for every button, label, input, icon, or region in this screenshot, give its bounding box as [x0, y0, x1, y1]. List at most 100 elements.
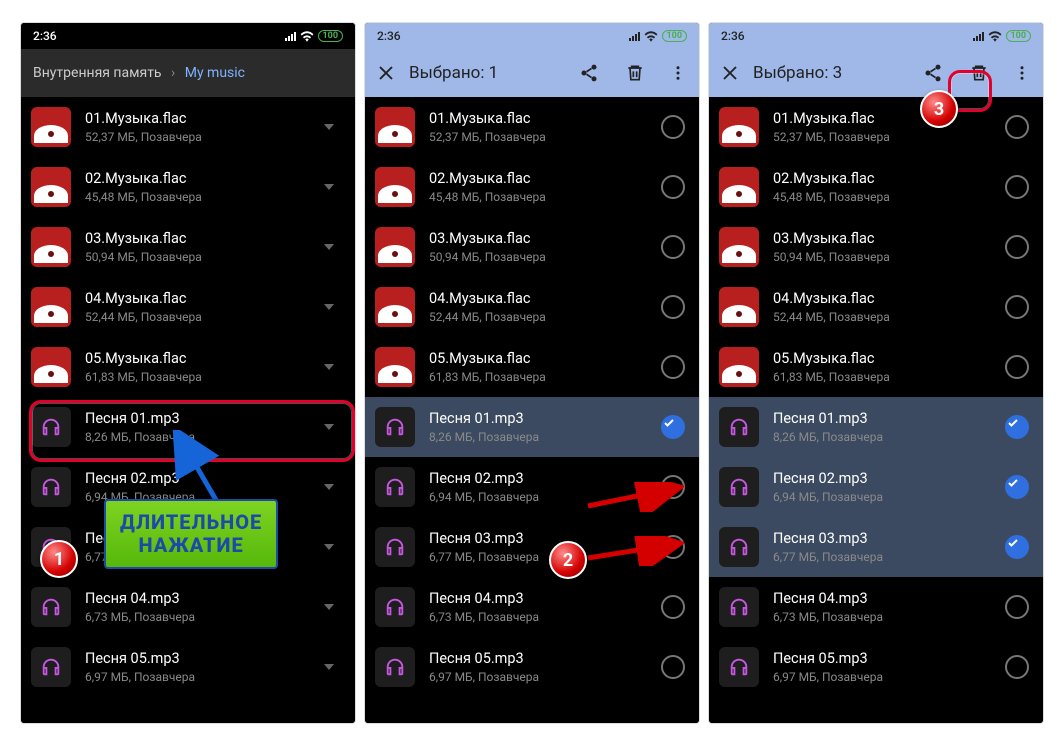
list-item[interactable]: 01.Музыка.flac52,37 МБ, Позавчера: [709, 97, 1043, 157]
file-name: Песня 03.mp3: [773, 530, 991, 549]
chevron-down-icon[interactable]: [317, 475, 341, 499]
file-subtitle: 8,26 МБ, Позавчера: [773, 430, 991, 444]
file-meta: 03.Музыка.flac50,94 МБ, Позавчера: [429, 230, 647, 265]
list-item[interactable]: 02.Музыка.flac45,48 МБ, Позавчера: [365, 157, 699, 217]
trash-icon[interactable]: [625, 63, 645, 83]
headphones-icon: [31, 467, 71, 507]
selection-checkbox[interactable]: [661, 175, 685, 199]
file-name: 05.Музыка.flac: [85, 350, 303, 369]
selection-checkbox[interactable]: [1005, 355, 1029, 379]
chevron-down-icon[interactable]: [317, 175, 341, 199]
file-meta: 04.Музыка.flac52,44 МБ, Позавчера: [773, 290, 991, 325]
selection-checkbox[interactable]: [1005, 175, 1029, 199]
list-item[interactable]: Песня 01.mp38,26 МБ, Позавчера: [365, 397, 699, 457]
list-item[interactable]: 01.Музыка.flac52,37 МБ, Позавчера: [21, 97, 355, 157]
breadcrumb-root[interactable]: Внутренняя память: [33, 65, 162, 81]
chevron-down-icon[interactable]: [317, 235, 341, 259]
headphones-icon: [719, 467, 759, 507]
selection-checkbox[interactable]: [1005, 595, 1029, 619]
list-item[interactable]: 01.Музыка.flac52,37 МБ, Позавчера: [365, 97, 699, 157]
callout-longpress: ДЛИТЕЛЬНОЕ НАЖАТИЕ: [104, 499, 278, 569]
list-item[interactable]: 05.Музыка.flac61,83 МБ, Позавчера: [21, 337, 355, 397]
selection-checkbox[interactable]: [1005, 235, 1029, 259]
album-art-icon: [31, 347, 71, 387]
file-meta: 02.Музыка.flac45,48 МБ, Позавчера: [85, 170, 303, 205]
chevron-down-icon[interactable]: [317, 595, 341, 619]
list-item[interactable]: Песня 01.mp38,26 МБ, Позавчера: [709, 397, 1043, 457]
headphones-icon: [31, 587, 71, 627]
list-item[interactable]: 02.Музыка.flac45,48 МБ, Позавчера: [709, 157, 1043, 217]
close-icon[interactable]: [377, 64, 395, 82]
more-icon[interactable]: [669, 63, 687, 83]
list-item[interactable]: 03.Музыка.flac50,94 МБ, Позавчера: [709, 217, 1043, 277]
selection-checkbox[interactable]: [661, 415, 685, 439]
list-item[interactable]: Песня 02.mp36,94 МБ, Позавчера: [709, 457, 1043, 517]
list-item[interactable]: 05.Музыка.flac61,83 МБ, Позавчера: [709, 337, 1043, 397]
trash-icon[interactable]: [969, 63, 989, 83]
breadcrumb[interactable]: Внутренняя память › My music: [33, 65, 245, 81]
album-art-icon: [31, 107, 71, 147]
file-subtitle: 50,94 МБ, Позавчера: [85, 250, 303, 264]
selection-checkbox[interactable]: [661, 595, 685, 619]
selection-checkbox[interactable]: [1005, 115, 1029, 139]
list-item[interactable]: 04.Музыка.flac52,44 МБ, Позавчера: [709, 277, 1043, 337]
headphones-icon: [375, 527, 415, 567]
selection-checkbox[interactable]: [1005, 535, 1029, 559]
selection-checkbox[interactable]: [661, 355, 685, 379]
selection-checkbox[interactable]: [661, 295, 685, 319]
file-name: Песня 02.mp3: [773, 470, 991, 489]
list-item[interactable]: Песня 04.mp36,73 МБ, Позавчера: [709, 577, 1043, 637]
file-meta: 05.Музыка.flac61,83 МБ, Позавчера: [85, 350, 303, 385]
album-art-icon: [31, 227, 71, 267]
selection-checkbox[interactable]: [1005, 295, 1029, 319]
selection-checkbox[interactable]: [661, 235, 685, 259]
list-item[interactable]: Песня 04.mp36,73 МБ, Позавчера: [21, 577, 355, 637]
selection-checkbox[interactable]: [1005, 475, 1029, 499]
battery-icon: 100: [1006, 30, 1032, 42]
file-name: 02.Музыка.flac: [429, 170, 647, 189]
file-list[interactable]: 01.Музыка.flac52,37 МБ, Позавчера02.Музы…: [709, 97, 1043, 723]
list-item[interactable]: Песня 05.mp36,97 МБ, Позавчера: [365, 637, 699, 697]
file-subtitle: 52,44 МБ, Позавчера: [85, 310, 303, 324]
file-meta: Песня 04.mp36,73 МБ, Позавчера: [85, 590, 303, 625]
status-icons: 100: [285, 30, 344, 42]
chevron-down-icon[interactable]: [317, 295, 341, 319]
file-subtitle: 61,83 МБ, Позавчера: [429, 370, 647, 384]
selection-checkbox[interactable]: [1005, 655, 1029, 679]
list-item[interactable]: Песня 03.mp36,77 МБ, Позавчера: [709, 517, 1043, 577]
selection-checkbox[interactable]: [661, 655, 685, 679]
file-name: 02.Музыка.flac: [85, 170, 303, 189]
chevron-down-icon[interactable]: [317, 535, 341, 559]
chevron-right-icon: ›: [171, 65, 175, 81]
list-item[interactable]: 04.Музыка.flac52,44 МБ, Позавчера: [365, 277, 699, 337]
list-item[interactable]: 04.Музыка.flac52,44 МБ, Позавчера: [21, 277, 355, 337]
file-list[interactable]: 01.Музыка.flac52,37 МБ, Позавчера 02.Музы…: [21, 97, 355, 723]
chevron-down-icon[interactable]: [317, 415, 341, 439]
share-icon[interactable]: [923, 63, 943, 83]
selection-checkbox[interactable]: [1005, 415, 1029, 439]
chevron-down-icon[interactable]: [317, 115, 341, 139]
wifi-icon: [300, 31, 314, 42]
file-name: 05.Музыка.flac: [429, 350, 647, 369]
signal-icon: [973, 32, 984, 41]
list-item[interactable]: Песня 05.mp36,97 МБ, Позавчера: [21, 637, 355, 697]
album-art-icon: [719, 227, 759, 267]
list-item[interactable]: 05.Музыка.flac61,83 МБ, Позавчера: [365, 337, 699, 397]
share-icon[interactable]: [579, 63, 599, 83]
headphones-icon: [719, 407, 759, 447]
headphones-icon: [31, 647, 71, 687]
chevron-down-icon[interactable]: [317, 655, 341, 679]
selection-checkbox[interactable]: [661, 115, 685, 139]
list-item[interactable]: 02.Музыка.flac45,48 МБ, Позавчера: [21, 157, 355, 217]
close-icon[interactable]: [721, 64, 739, 82]
album-art-icon: [719, 167, 759, 207]
chevron-down-icon[interactable]: [317, 355, 341, 379]
list-item[interactable]: 03.Музыка.flac50,94 МБ, Позавчера: [365, 217, 699, 277]
list-item[interactable]: Песня 05.mp36,97 МБ, Позавчера: [709, 637, 1043, 697]
list-item[interactable]: Песня 04.mp36,73 МБ, Позавчера: [365, 577, 699, 637]
breadcrumb-current[interactable]: My music: [185, 65, 245, 81]
list-item[interactable]: 03.Музыка.flac50,94 МБ, Позавчера: [21, 217, 355, 277]
more-icon[interactable]: [1013, 63, 1031, 83]
header-selection: Выбрано: 1: [365, 49, 699, 97]
file-list[interactable]: 01.Музыка.flac52,37 МБ, Позавчера02.Музы…: [365, 97, 699, 723]
